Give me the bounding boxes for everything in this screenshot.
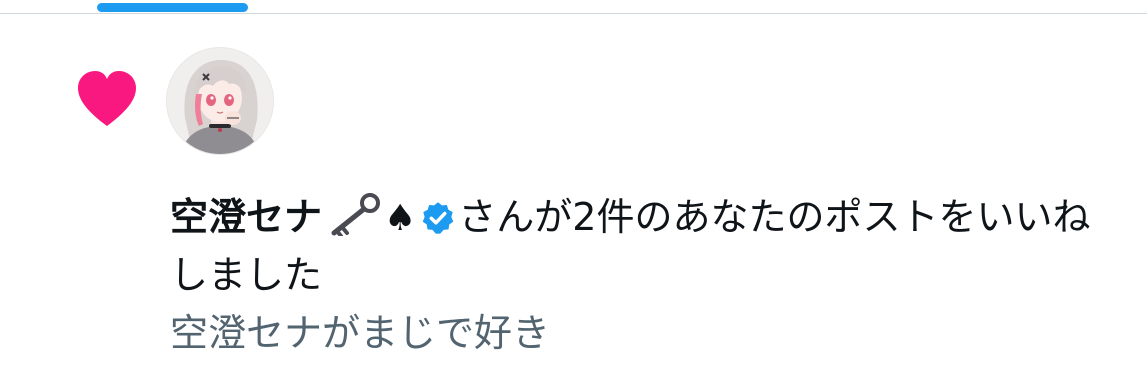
notifications-page: 空澄セナ ♠ さんが2件のあなたのポストをいいねしました 空澄セナがまじで好き: [0, 0, 1147, 382]
active-tab-indicator: [97, 3, 248, 12]
spade-icon: ♠: [384, 198, 417, 239]
heart-icon: [78, 71, 136, 126]
post-preview-text[interactable]: 空澄セナがまじで好き: [170, 309, 1100, 357]
like-notification[interactable]: 空澄セナ ♠ さんが2件のあなたのポストをいいねしました 空澄セナがまじで好き: [0, 14, 1147, 382]
avatar[interactable]: [166, 47, 274, 155]
notification-content: 空澄セナ ♠ さんが2件のあなたのポストをいいねしました 空澄セナがまじで好き: [170, 189, 1100, 357]
key-icon: [331, 193, 381, 236]
notification-message: 空澄セナ ♠ さんが2件のあなたのポストをいいねしました: [170, 189, 1100, 303]
avatar-image: [167, 48, 273, 154]
verified-icon[interactable]: [420, 200, 456, 236]
user-name-link[interactable]: 空澄セナ: [170, 195, 322, 239]
notifications-tab-bar: [0, 0, 1147, 14]
